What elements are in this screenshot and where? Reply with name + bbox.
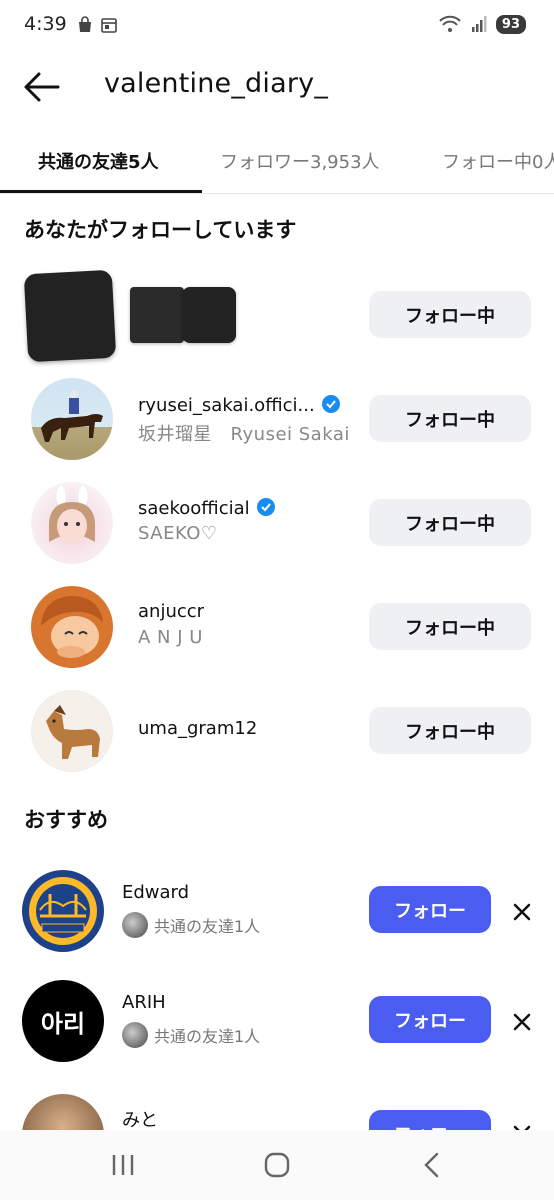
tab-mutual-friends[interactable]: 共通の友達5人 bbox=[38, 148, 159, 174]
close-icon[interactable] bbox=[510, 900, 534, 924]
system-nav-bar bbox=[0, 1130, 554, 1200]
username: Edward bbox=[122, 882, 190, 903]
full-name: 坂井瑠星 Ryusei Sakai bbox=[138, 424, 350, 445]
username: anjuccr bbox=[138, 601, 205, 622]
portrait-image bbox=[49, 484, 95, 543]
username: uma_gram12 bbox=[138, 718, 258, 739]
thumbnail-tile bbox=[182, 287, 236, 343]
tab-following[interactable]: フォロー中0人 bbox=[442, 148, 554, 174]
username: ryusei_sakai.offici... bbox=[138, 395, 315, 416]
cartoon-character-image bbox=[41, 596, 103, 658]
verified-badge-icon bbox=[321, 395, 340, 413]
username: saekoofficial bbox=[138, 498, 250, 519]
thumbnail-tile bbox=[130, 287, 184, 343]
avatar[interactable] bbox=[31, 482, 113, 564]
username: ARIH bbox=[122, 992, 166, 1013]
avatar[interactable] bbox=[22, 870, 104, 952]
home-icon[interactable] bbox=[264, 1152, 290, 1178]
shopping-bag-icon bbox=[79, 16, 91, 32]
full-name: SAEKO♡ bbox=[138, 523, 218, 544]
recommend-section-title: おすすめ bbox=[24, 808, 108, 832]
avatar[interactable] bbox=[31, 690, 113, 772]
mutual-friend-avatar bbox=[122, 912, 148, 938]
status-time: 4:39 bbox=[24, 13, 67, 35]
full-name: A N J U bbox=[138, 627, 203, 648]
username: みと bbox=[122, 1110, 158, 1131]
following-button[interactable]: フォロー中 bbox=[369, 395, 531, 442]
following-button[interactable]: フォロー中 bbox=[369, 499, 531, 546]
header: valentine_diary_ bbox=[0, 56, 554, 120]
avatar[interactable] bbox=[31, 586, 113, 668]
avatar-text: 아리 bbox=[40, 1009, 86, 1038]
recent-apps-icon[interactable] bbox=[110, 1152, 136, 1178]
warriors-logo-image bbox=[29, 877, 97, 945]
tab-followers[interactable]: フォロワー3,953人 bbox=[220, 148, 380, 174]
horse-illustration-image bbox=[46, 705, 100, 759]
mutual-friend-avatar bbox=[122, 1022, 148, 1048]
verified-badge-icon bbox=[256, 498, 275, 516]
mutual-friends-count: 共通の友達1人 bbox=[154, 917, 261, 936]
battery-indicator: 93 bbox=[495, 14, 526, 34]
avatar[interactable]: 아리 bbox=[22, 980, 104, 1062]
horse-rider-image bbox=[41, 390, 103, 442]
follow-button[interactable]: フォロー bbox=[369, 886, 491, 933]
following-button[interactable]: フォロー中 bbox=[369, 603, 531, 650]
following-section-title: あなたがフォローしています bbox=[24, 218, 297, 242]
back-icon[interactable] bbox=[420, 1152, 446, 1178]
status-bar: 4:39 93 bbox=[0, 0, 554, 52]
back-arrow-icon[interactable] bbox=[22, 70, 62, 104]
wifi-icon bbox=[439, 15, 461, 32]
following-button[interactable]: フォロー中 bbox=[369, 291, 531, 338]
mutual-friends-count: 共通の友達1人 bbox=[154, 1027, 261, 1046]
close-icon[interactable] bbox=[510, 1010, 534, 1034]
tab-indicator bbox=[0, 190, 202, 193]
calendar-icon bbox=[101, 18, 117, 33]
tab-bar: 共通の友達5人 フォロワー3,953人 フォロー中0人 bbox=[0, 134, 554, 194]
page-title: valentine_diary_ bbox=[104, 68, 329, 99]
thumbnail-tile bbox=[23, 269, 117, 363]
signal-icon bbox=[471, 16, 487, 32]
following-button[interactable]: フォロー中 bbox=[369, 707, 531, 754]
follow-button[interactable]: フォロー bbox=[369, 996, 491, 1043]
avatar[interactable] bbox=[31, 378, 113, 460]
